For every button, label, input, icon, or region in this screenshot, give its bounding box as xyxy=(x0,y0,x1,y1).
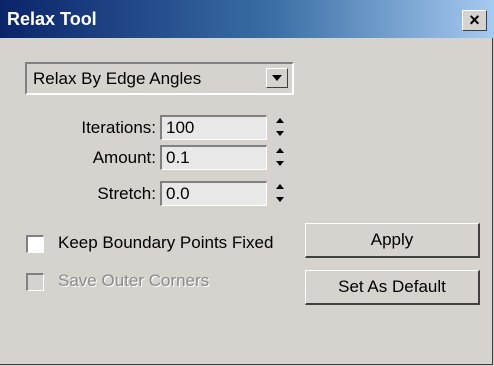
set-as-default-button[interactable]: Set As Default xyxy=(305,270,480,305)
keep-boundary-checkbox[interactable] xyxy=(26,235,44,253)
amount-input[interactable]: 0.1 xyxy=(160,145,267,170)
iterations-spinner[interactable] xyxy=(272,115,288,140)
spinner-down-icon[interactable] xyxy=(272,128,288,140)
amount-spinner[interactable] xyxy=(272,145,288,170)
amount-label: Amount: xyxy=(92,148,156,167)
keep-boundary-label[interactable]: Keep Boundary Points Fixed xyxy=(58,233,273,253)
chevron-down-icon[interactable] xyxy=(266,68,288,88)
spinner-down-icon[interactable] xyxy=(272,158,288,170)
iterations-input[interactable]: 100 xyxy=(160,115,267,140)
dropdown-selected-value: Relax By Edge Angles xyxy=(33,69,202,88)
spinner-up-icon[interactable] xyxy=(272,115,288,127)
save-outer-corners-label: Save Outer Corners xyxy=(58,271,210,290)
window-title: Relax Tool xyxy=(7,9,97,29)
spinner-up-icon[interactable] xyxy=(272,181,288,193)
spinner-down-icon[interactable] xyxy=(272,194,288,206)
stretch-spinner[interactable] xyxy=(272,181,288,206)
stretch-label: Stretch: xyxy=(97,184,156,203)
iterations-label: Iterations: xyxy=(81,118,156,137)
apply-button[interactable]: Apply xyxy=(305,223,480,258)
stretch-input[interactable]: 0.0 xyxy=(160,181,267,206)
close-icon: × xyxy=(469,10,480,30)
title-bar[interactable]: Relax Tool × xyxy=(0,0,494,38)
relax-method-dropdown[interactable]: Relax By Edge Angles xyxy=(25,62,294,95)
spinner-up-icon[interactable] xyxy=(272,145,288,157)
close-button[interactable]: × xyxy=(462,10,487,31)
relax-tool-dialog: Relax Tool × Relax By Edge Angles Iterat… xyxy=(0,0,494,365)
save-outer-corners-checkbox xyxy=(26,273,44,291)
